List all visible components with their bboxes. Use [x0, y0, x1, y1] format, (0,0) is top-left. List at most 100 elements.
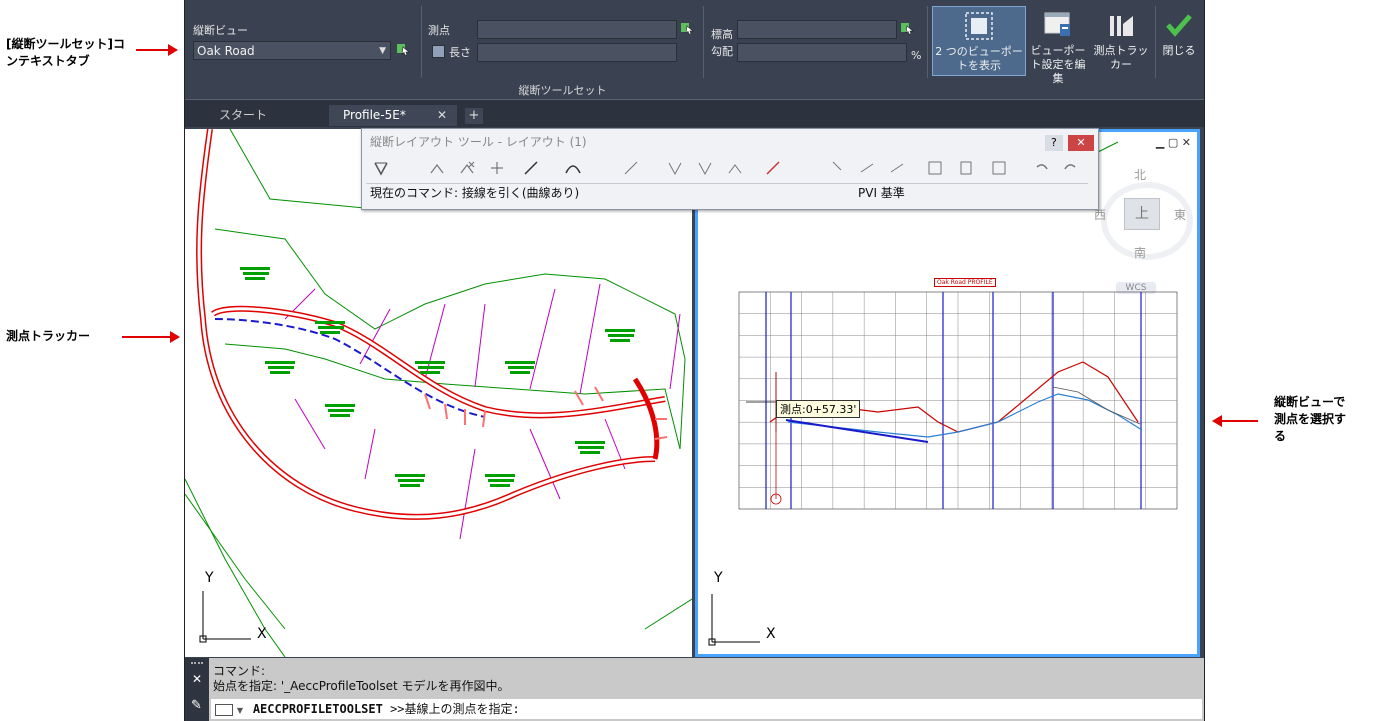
ribbon-panel: 縦断ビュー Oak Road ▼ 測点 長さ 標高 勾配 % 2 つのビューポー… — [185, 0, 1204, 100]
pick-station-icon[interactable] — [680, 21, 694, 35]
callout-contextual-tab: [縦断ツールセット]コンテキストタブ — [6, 37, 125, 68]
profile-title: Oak Road PROFILE — [934, 278, 996, 287]
existing-ground-profile — [769, 361, 1139, 433]
pick-profile-view-icon[interactable] — [396, 42, 410, 56]
ribbon-divider — [703, 6, 704, 78]
chevron-down-icon: ▼ — [379, 46, 386, 56]
checkmark-icon — [1166, 14, 1192, 37]
toolbar-window-buttons: ? ✕ — [1044, 131, 1094, 151]
select-pvi-icon[interactable] — [764, 159, 782, 177]
station-tooltip: 測点:0+57.33' — [776, 400, 861, 418]
close-command-icon[interactable]: ✕ — [192, 672, 202, 686]
redo-icon[interactable] — [1062, 159, 1080, 177]
grade-unit: % — [911, 49, 922, 62]
grid-view-icon[interactable] — [926, 159, 944, 177]
callout-arrow-contextual-tab — [136, 44, 178, 56]
copy-profile-icon[interactable] — [726, 159, 744, 177]
two-viewports-icon — [965, 12, 993, 40]
edit-viewport-label: ビューポート設定を編集 — [1030, 44, 1086, 85]
raise-lower-icon[interactable] — [622, 159, 640, 177]
ucs-y-label: Y — [714, 570, 723, 586]
callout-arrow-station-tracker — [122, 331, 180, 343]
command-name: AECCPROFILETOOLSET — [252, 702, 383, 716]
command-input[interactable]: ▼ AECCPROFILETOOLSET >>基線上の測点を指定: — [211, 699, 1202, 719]
close-toolset-button[interactable]: 閉じる — [1158, 6, 1200, 76]
delete-entity-icon[interactable] — [828, 159, 846, 177]
layout-profile — [785, 419, 929, 443]
profile-view-label: 縦断ビュー — [193, 24, 248, 37]
two-viewports-label: 2 つのビューポートを表示 — [935, 45, 1023, 72]
length-checkbox[interactable] — [432, 45, 445, 58]
callout-station-tracker: 測点トラッカー — [6, 329, 91, 343]
elevation-label: 標高 — [711, 28, 733, 41]
callout-pick-station: 縦断ビューで測点を選択する — [1274, 395, 1347, 443]
grade-field[interactable] — [737, 43, 907, 62]
new-tab-button[interactable]: + — [465, 108, 483, 124]
grid-view-2-icon[interactable] — [990, 159, 1008, 177]
tab-start[interactable]: スタート — [205, 105, 331, 126]
command-prompt-text: >>基線上の測点を指定: — [382, 702, 520, 716]
command-history-line: コマンド: — [213, 664, 266, 678]
length-field[interactable] — [477, 43, 677, 62]
command-prompt-icon[interactable] — [215, 703, 233, 716]
autocad-window: 縦断ビュー Oak Road ▼ 測点 長さ 標高 勾配 % 2 つのビューポー… — [184, 0, 1205, 721]
current-command-text: 現在のコマンド: 接線を引く(曲線あり) — [370, 186, 580, 200]
profile-view-value: Oak Road — [197, 44, 255, 58]
customize-wrench-icon[interactable]: ✎ — [191, 698, 202, 713]
station-field[interactable] — [477, 20, 677, 39]
command-window-handle[interactable]: ✕ ✎ — [185, 658, 209, 721]
close-toolbar-icon[interactable]: ✕ — [1068, 135, 1094, 151]
station-tracker-icon — [1110, 16, 1133, 36]
toolbar-tools — [366, 156, 1092, 180]
length-label: 長さ — [449, 46, 471, 59]
close-tab-icon[interactable]: ✕ — [437, 105, 447, 126]
command-history-line: 始点を指定: '_AeccProfileToolset モデルを再作図中。 — [213, 679, 510, 693]
profile-view-select[interactable]: Oak Road ▼ — [193, 41, 391, 60]
grade-label: 勾配 — [711, 45, 733, 58]
pvi-mode-text: PVI 基準 — [858, 186, 905, 200]
two-viewports-button[interactable]: 2 つのビューポートを表示 — [932, 6, 1026, 76]
pvi-based-icon[interactable] — [666, 159, 684, 177]
fixed-tangent-icon[interactable] — [522, 159, 540, 177]
help-icon[interactable]: ? — [1044, 135, 1063, 151]
station-tracker-crosshair — [746, 372, 808, 505]
station-label: 測点 — [428, 24, 450, 37]
drag-grip-icon[interactable] — [191, 662, 203, 670]
move-pvi-icon[interactable] — [488, 159, 506, 177]
command-window: ✕ ✎ コマンド: 始点を指定: '_AeccProfileToolset モデ… — [185, 658, 1204, 721]
command-history: コマンド: 始点を指定: '_AeccProfileToolset モデルを再作… — [213, 664, 510, 694]
profile-drawing — [698, 141, 1178, 646]
ucs-icon — [708, 594, 760, 646]
station-tracker-button[interactable]: 測点トラッカー — [1090, 6, 1152, 76]
tab-label: Profile-5E* — [343, 108, 406, 122]
ucs-icon — [199, 591, 251, 643]
profile-layout-tools-window[interactable]: 縦断レイアウト ツール - レイアウト (1) ? ✕ 現在のコマンド: 接線を… — [361, 128, 1099, 210]
toolbar-title: 縦断レイアウト ツール - レイアウト (1) — [370, 135, 587, 149]
delete-pvi-icon[interactable] — [458, 159, 476, 177]
draw-tangents-icon[interactable] — [372, 159, 390, 177]
ucs-x-label: X — [257, 626, 267, 642]
convert-icon[interactable] — [888, 159, 906, 177]
panel-title: 縦断ツールセット — [518, 84, 607, 97]
ribbon-divider — [421, 6, 422, 78]
entity-based-icon[interactable] — [696, 159, 714, 177]
close-label: 閉じる — [1162, 44, 1196, 57]
edit-viewport-button[interactable]: ビューポート設定を編集 — [1028, 6, 1088, 85]
vertical-curve-icon[interactable] — [564, 159, 582, 177]
ucs-y-label: Y — [205, 570, 214, 586]
station-tracker-label: 測点トラッカー — [1093, 44, 1149, 71]
ribbon-divider — [927, 6, 928, 78]
edit-grid-icon[interactable] — [958, 159, 976, 177]
chevron-down-icon[interactable]: ▼ — [237, 706, 243, 715]
viewport-settings-icon — [1044, 12, 1070, 36]
break-apart-icon[interactable] — [858, 159, 876, 177]
callout-arrow-pick-station — [1212, 415, 1258, 427]
undo-icon[interactable] — [1032, 159, 1050, 177]
tab-profile-5e[interactable]: Profile-5E* ✕ — [329, 105, 457, 126]
elevation-field[interactable] — [737, 20, 897, 39]
document-tabs: スタート Profile-5E* ✕ + — [185, 100, 1204, 127]
pick-elevation-icon[interactable] — [900, 21, 914, 35]
ucs-x-label: X — [766, 626, 776, 642]
toolbar-status: 現在のコマンド: 接線を引く(曲線あり) PVI 基準 — [366, 183, 1088, 202]
insert-pvi-icon[interactable] — [428, 159, 446, 177]
